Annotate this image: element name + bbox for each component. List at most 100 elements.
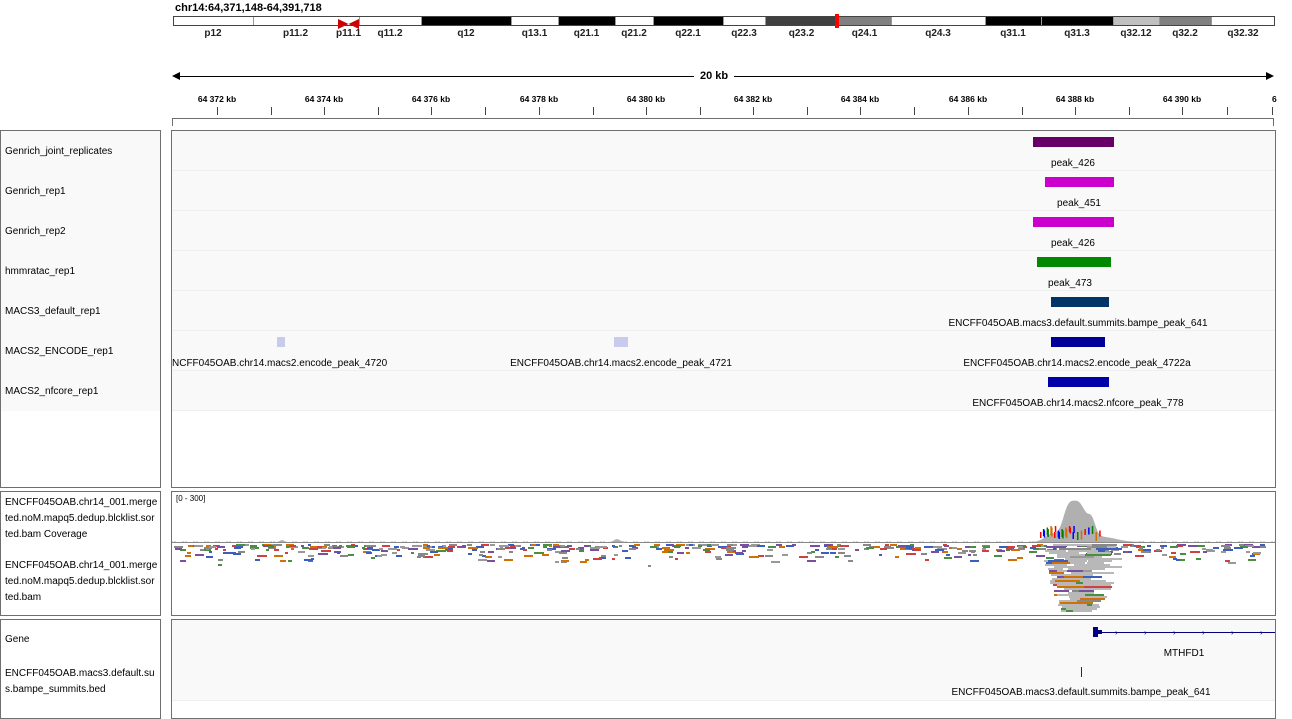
read — [1073, 610, 1089, 612]
gene-strand-arrow-icon: › — [1115, 628, 1118, 637]
read — [366, 552, 372, 554]
coverage-mismatch-mark — [1099, 530, 1101, 537]
read — [1125, 551, 1128, 553]
read — [931, 551, 939, 553]
read — [487, 560, 495, 562]
position-ruler[interactable]: 64 372 kb 64 374 kb 64 376 kb 64 378 kb 64 3… — [172, 0, 1277, 127]
track-name-row[interactable]: MACS2_ENCODE_rep1 — [1, 331, 160, 371]
read — [218, 564, 222, 566]
read — [418, 553, 428, 555]
coverage-track-name[interactable]: ENCFF045OAB.chr14_001.merge ted.noM.mapq… — [5, 495, 157, 543]
summit-feature[interactable] — [1081, 667, 1082, 677]
read — [274, 544, 282, 546]
coverage-mismatch-mark — [1057, 530, 1060, 538]
coverage-mismatch-mark — [1068, 526, 1071, 532]
read — [518, 545, 521, 547]
coverage-mismatch-mark — [1054, 532, 1056, 538]
ruler-label: 64 384 kb — [840, 94, 880, 104]
summits-track-name[interactable]: ENCFF045OAB.macs3.default.su s.bampe_sum… — [5, 666, 155, 698]
read — [973, 554, 977, 556]
read — [727, 544, 733, 546]
track-name-row[interactable]: hmmratac_rep1 — [1, 251, 160, 291]
read — [1046, 557, 1054, 559]
coverage-track[interactable] — [172, 492, 1275, 544]
bottom-panel[interactable]: › › › › › › MTHFD1 ENCFF045OAB.macs3.default.… — [171, 619, 1276, 719]
read — [925, 559, 929, 561]
read — [768, 546, 776, 548]
read — [346, 545, 351, 547]
track-name-row[interactable]: MACS2_nfcore_rep1 — [1, 371, 160, 411]
read — [1188, 545, 1198, 547]
peak-feature[interactable] — [1048, 377, 1109, 387]
read — [749, 556, 759, 558]
track-name-row[interactable]: Genrich_rep1 — [1, 171, 160, 211]
read — [1196, 558, 1201, 560]
ruler-tick — [968, 107, 969, 115]
feature-track-row[interactable]: ENCFF045OAB.chr14.macs2.nfcore_peak_778 — [172, 371, 1275, 411]
ruler-minor-tick — [1128, 107, 1130, 115]
read — [251, 548, 255, 550]
feature-track-row[interactable]: peak_426 — [172, 131, 1275, 171]
peak-feature[interactable] — [1033, 137, 1114, 147]
read — [629, 548, 636, 550]
read — [1260, 546, 1266, 548]
read — [971, 551, 975, 553]
peak-feature[interactable] — [1051, 337, 1105, 347]
feature-track-row[interactable]: peak_451 — [172, 171, 1275, 211]
feature-track-row[interactable]: NCFF045OAB.chr14.macs2.encode_peak_4720 E… — [172, 331, 1275, 371]
track-name-row[interactable]: MACS3_default_rep1 — [1, 291, 160, 331]
bam-track-name[interactable]: ENCFF045OAB.chr14_001.merge ted.noM.mapq… — [5, 558, 157, 606]
feature-tracks-panel[interactable]: peak_426 peak_451 peak_426 peak_473 ENCFF045… — [171, 130, 1276, 488]
peak-feature[interactable] — [1033, 217, 1114, 227]
read — [180, 560, 186, 562]
peak-feature[interactable] — [1037, 257, 1111, 267]
read — [984, 550, 988, 552]
peak-feature[interactable] — [1051, 297, 1109, 307]
ruler-label: 64 382 kb — [733, 94, 773, 104]
read — [236, 544, 245, 546]
gene-track-name[interactable]: Gene — [5, 634, 29, 645]
read — [1017, 557, 1023, 559]
read — [388, 548, 397, 550]
read — [1180, 553, 1186, 555]
feature-track-row[interactable]: peak_426 — [172, 211, 1275, 251]
peak-feature[interactable] — [614, 337, 628, 347]
gene-mthfd1[interactable]: › › › › › › — [1093, 625, 1275, 639]
read — [915, 547, 921, 549]
feature-track-row[interactable]: ENCFF045OAB.macs3.default.summits.bampe_… — [172, 291, 1275, 331]
read — [1171, 552, 1176, 554]
ruler-label: 64 390 kb — [1162, 94, 1202, 104]
read — [523, 549, 527, 551]
read — [1170, 546, 1178, 548]
read — [268, 546, 273, 548]
alignment-panel[interactable]: [0 - 300] — [171, 491, 1276, 616]
read — [423, 547, 430, 549]
track-name-row[interactable]: Genrich_rep2 — [1, 211, 160, 251]
read — [832, 548, 837, 550]
read — [789, 545, 794, 547]
ruler-label: 6 — [1272, 94, 1277, 104]
peak-feature[interactable] — [1045, 177, 1114, 187]
read — [895, 556, 899, 558]
read — [1161, 547, 1164, 549]
read — [298, 551, 305, 553]
read — [662, 547, 670, 549]
gene-intron-line — [1098, 632, 1275, 633]
read — [553, 546, 560, 548]
header-panel: chr14:64,371,148-64,391,718 p12 p11.2 p11.… — [172, 0, 1277, 127]
ruler-label: 64 374 kb — [304, 94, 344, 104]
track-name-row[interactable]: Genrich_joint_replicates — [1, 131, 160, 171]
peak-feature[interactable] — [277, 337, 285, 347]
read — [430, 551, 438, 553]
coverage-mismatch-mark — [1072, 532, 1074, 539]
read — [569, 548, 575, 550]
read — [1177, 544, 1186, 546]
read — [509, 547, 516, 549]
read — [844, 555, 851, 557]
read — [949, 547, 952, 549]
read — [675, 558, 678, 560]
alignment-reads[interactable] — [172, 544, 1275, 616]
read — [377, 555, 382, 557]
feature-track-row[interactable]: peak_473 — [172, 251, 1275, 291]
read — [195, 554, 204, 556]
